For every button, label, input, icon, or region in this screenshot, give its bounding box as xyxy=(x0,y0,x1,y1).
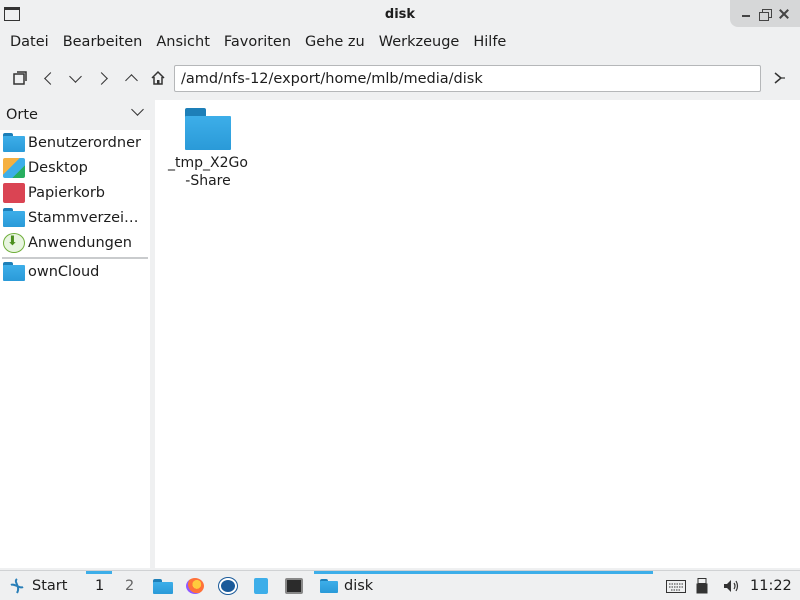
menu-datei[interactable]: Datei xyxy=(3,30,56,56)
taskbar: Start 1 2 disk 11:22 xyxy=(0,570,800,600)
place-desktop[interactable]: Desktop xyxy=(0,155,148,180)
side-pane-header[interactable]: Orte xyxy=(0,100,150,130)
applications-icon xyxy=(3,232,25,253)
chevron-left-icon xyxy=(43,71,57,85)
text-editor-launcher-icon[interactable] xyxy=(254,578,268,594)
close-icon[interactable] xyxy=(777,7,791,21)
path-input[interactable] xyxy=(174,65,761,92)
desktop-icon xyxy=(3,157,25,178)
keyboard-layout-icon[interactable] xyxy=(666,580,686,596)
place-root[interactable]: Stammverzei… xyxy=(0,205,148,230)
firefox-launcher-icon[interactable] xyxy=(186,578,204,594)
side-pane: Orte Benutzerordner Desktop Papierkorb S… xyxy=(0,100,150,568)
go-button[interactable] xyxy=(766,66,792,90)
chevron-down-icon xyxy=(68,69,82,83)
folder-icon xyxy=(320,578,338,594)
window-title: disk xyxy=(384,7,416,22)
root-folder-icon xyxy=(3,207,25,228)
bookmark-owncloud[interactable]: ownCloud xyxy=(0,259,148,284)
volume-icon[interactable] xyxy=(722,578,740,594)
place-label: Benutzerordner xyxy=(28,134,141,151)
up-button[interactable] xyxy=(119,66,143,90)
thunderbird-launcher-icon[interactable] xyxy=(219,578,237,594)
home-icon xyxy=(151,70,165,85)
new-tab-icon xyxy=(13,71,27,85)
place-label: Stammverzei… xyxy=(28,209,139,226)
folder-icon xyxy=(3,261,25,282)
home-folder-icon xyxy=(3,132,25,153)
maximize-icon[interactable] xyxy=(758,7,772,21)
workspace-1[interactable]: 1 xyxy=(95,571,104,600)
terminal-launcher-icon[interactable] xyxy=(285,578,303,594)
file-name-line1: _tmp_X2Go xyxy=(168,155,248,171)
file-view[interactable]: _tmp_X2Go -Share xyxy=(155,100,800,568)
title-bar: disk xyxy=(0,0,800,30)
file-name-line2: -Share xyxy=(185,173,231,189)
task-label: disk xyxy=(344,578,374,594)
go-arrow-icon xyxy=(774,72,785,84)
forward-button[interactable] xyxy=(91,66,115,90)
file-item[interactable]: _tmp_X2Go -Share xyxy=(160,105,256,190)
chevron-down-icon xyxy=(131,103,144,116)
chevron-up-icon xyxy=(124,73,138,87)
menu-hilfe[interactable]: Hilfe xyxy=(466,30,513,56)
clock[interactable]: 11:22 xyxy=(750,571,792,600)
history-button[interactable] xyxy=(63,66,87,90)
bookmark-label: ownCloud xyxy=(28,263,100,280)
place-label: Papierkorb xyxy=(28,184,106,201)
menu-bar: Datei Bearbeiten Ansicht Favoriten Gehe … xyxy=(0,30,800,56)
start-label: Start xyxy=(32,578,68,594)
toolbar xyxy=(0,60,800,96)
place-trash[interactable]: Papierkorb xyxy=(0,180,148,205)
menu-ansicht[interactable]: Ansicht xyxy=(149,30,217,56)
menu-bearbeiten[interactable]: Bearbeiten xyxy=(56,30,150,56)
trash-icon xyxy=(3,182,25,203)
start-button[interactable]: Start xyxy=(8,571,67,600)
window-controls xyxy=(730,0,800,27)
place-label: Desktop xyxy=(28,159,88,176)
menu-favoriten[interactable]: Favoriten xyxy=(217,30,298,56)
back-button[interactable] xyxy=(36,66,60,90)
side-pane-title: Orte xyxy=(6,107,38,123)
workspace-2[interactable]: 2 xyxy=(125,571,134,600)
minimize-icon[interactable] xyxy=(739,7,753,21)
chevron-right-icon xyxy=(94,71,108,85)
new-tab-button[interactable] xyxy=(8,66,32,90)
file-manager-launcher-icon[interactable] xyxy=(153,579,173,594)
task-disk[interactable]: disk xyxy=(320,571,373,600)
removable-media-icon[interactable] xyxy=(696,578,708,594)
place-applications[interactable]: Anwendungen xyxy=(0,230,148,255)
folder-icon xyxy=(185,108,231,150)
menu-gehe-zu[interactable]: Gehe zu xyxy=(298,30,372,56)
menu-werkzeuge[interactable]: Werkzeuge xyxy=(372,30,467,56)
place-label: Anwendungen xyxy=(28,234,132,251)
home-button[interactable] xyxy=(146,66,170,90)
place-home[interactable]: Benutzerordner xyxy=(0,130,148,155)
start-menu-icon xyxy=(10,578,24,594)
